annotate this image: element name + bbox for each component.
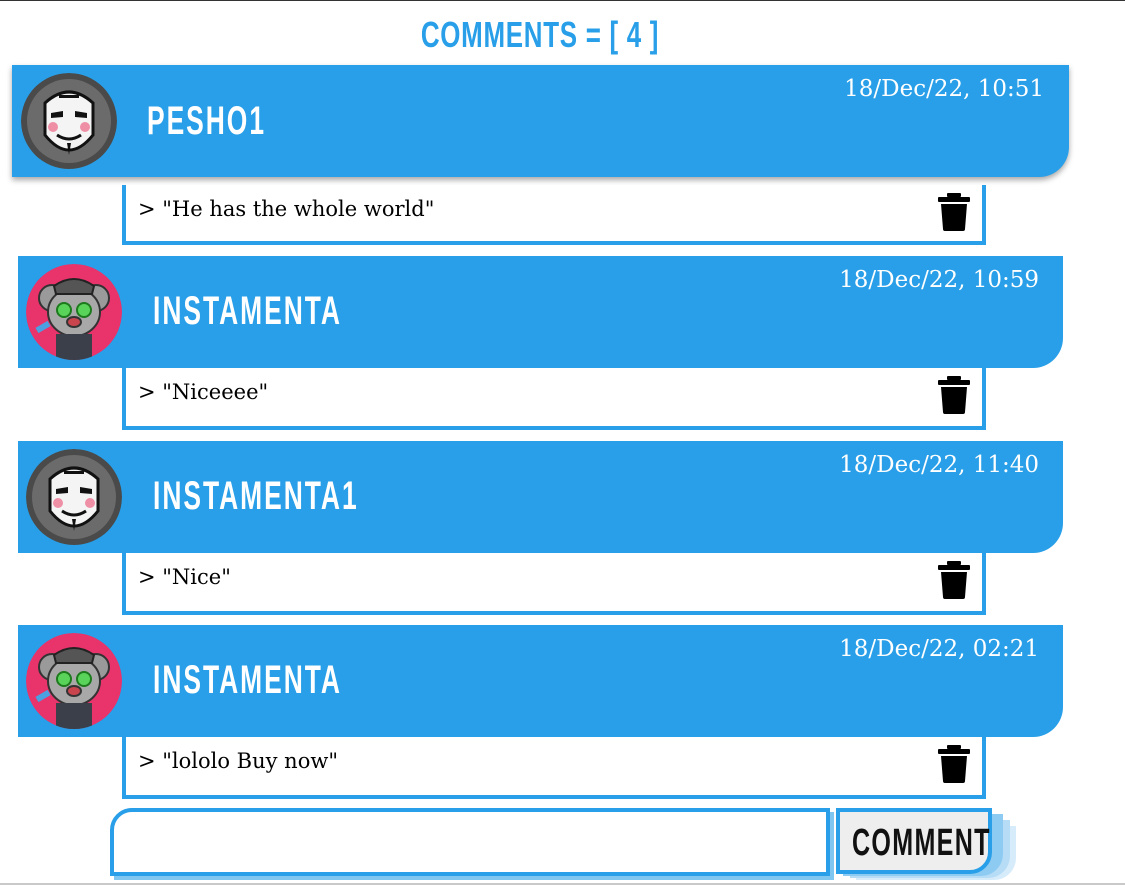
comment-username[interactable]: INSTAMENTA <box>153 658 342 703</box>
comment-header: INSTAMENTA1 18/Dec/22, 11:40 <box>18 441 1063 553</box>
guy-fawkes-mask-avatar <box>26 449 122 545</box>
comment-timestamp: 18/Dec/22, 02:21 <box>839 636 1039 662</box>
user-avatar[interactable] <box>26 633 122 729</box>
comment-timestamp: 18/Dec/22, 11:40 <box>839 452 1039 478</box>
trash-icon[interactable] <box>938 561 970 599</box>
comment-header: PESHO1 18/Dec/22, 10:51 <box>12 65 1069 177</box>
comment-timestamp: 18/Dec/22, 10:59 <box>839 267 1039 293</box>
comment-button-stack: COMMENT <box>836 808 1016 880</box>
trash-icon[interactable] <box>938 745 970 783</box>
user-avatar[interactable] <box>26 449 122 545</box>
comment-header: INSTAMENTA 18/Dec/22, 02:21 <box>18 625 1063 737</box>
koala-cartoon-avatar <box>26 633 122 729</box>
comment-input-wrapper <box>110 808 830 876</box>
comment-submit-button[interactable]: COMMENT <box>836 808 992 874</box>
comment-button-label: COMMENT <box>852 822 991 864</box>
comment-username[interactable]: INSTAMENTA1 <box>153 474 359 519</box>
comment-body: > "He has the whole world" <box>122 185 986 245</box>
comment-timestamp: 18/Dec/22, 10:51 <box>844 76 1044 102</box>
comment-text: > "Niceeee" <box>138 380 269 404</box>
user-avatar[interactable] <box>26 264 122 360</box>
comment-text: > "Nice" <box>138 565 231 589</box>
trash-icon[interactable] <box>938 193 970 231</box>
guy-fawkes-mask-avatar <box>21 73 117 169</box>
comment-text: > "lololo Buy now" <box>138 749 338 773</box>
comment-header: INSTAMENTA 18/Dec/22, 10:59 <box>18 256 1063 368</box>
top-border <box>0 0 1125 1</box>
page-title: COMMENTS = [ 4 ] <box>420 14 660 55</box>
comment-body: > "Niceeee" <box>122 368 986 430</box>
comment-body: > "lololo Buy now" <box>122 737 986 799</box>
comment-body: > "Nice" <box>122 553 986 615</box>
koala-cartoon-avatar <box>26 264 122 360</box>
user-avatar[interactable] <box>21 73 117 169</box>
comment-input[interactable] <box>124 818 818 870</box>
trash-icon[interactable] <box>938 376 970 414</box>
comment-username[interactable]: PESHO1 <box>147 99 266 144</box>
comment-username[interactable]: INSTAMENTA <box>153 289 342 334</box>
comment-text: > "He has the whole world" <box>138 197 435 221</box>
